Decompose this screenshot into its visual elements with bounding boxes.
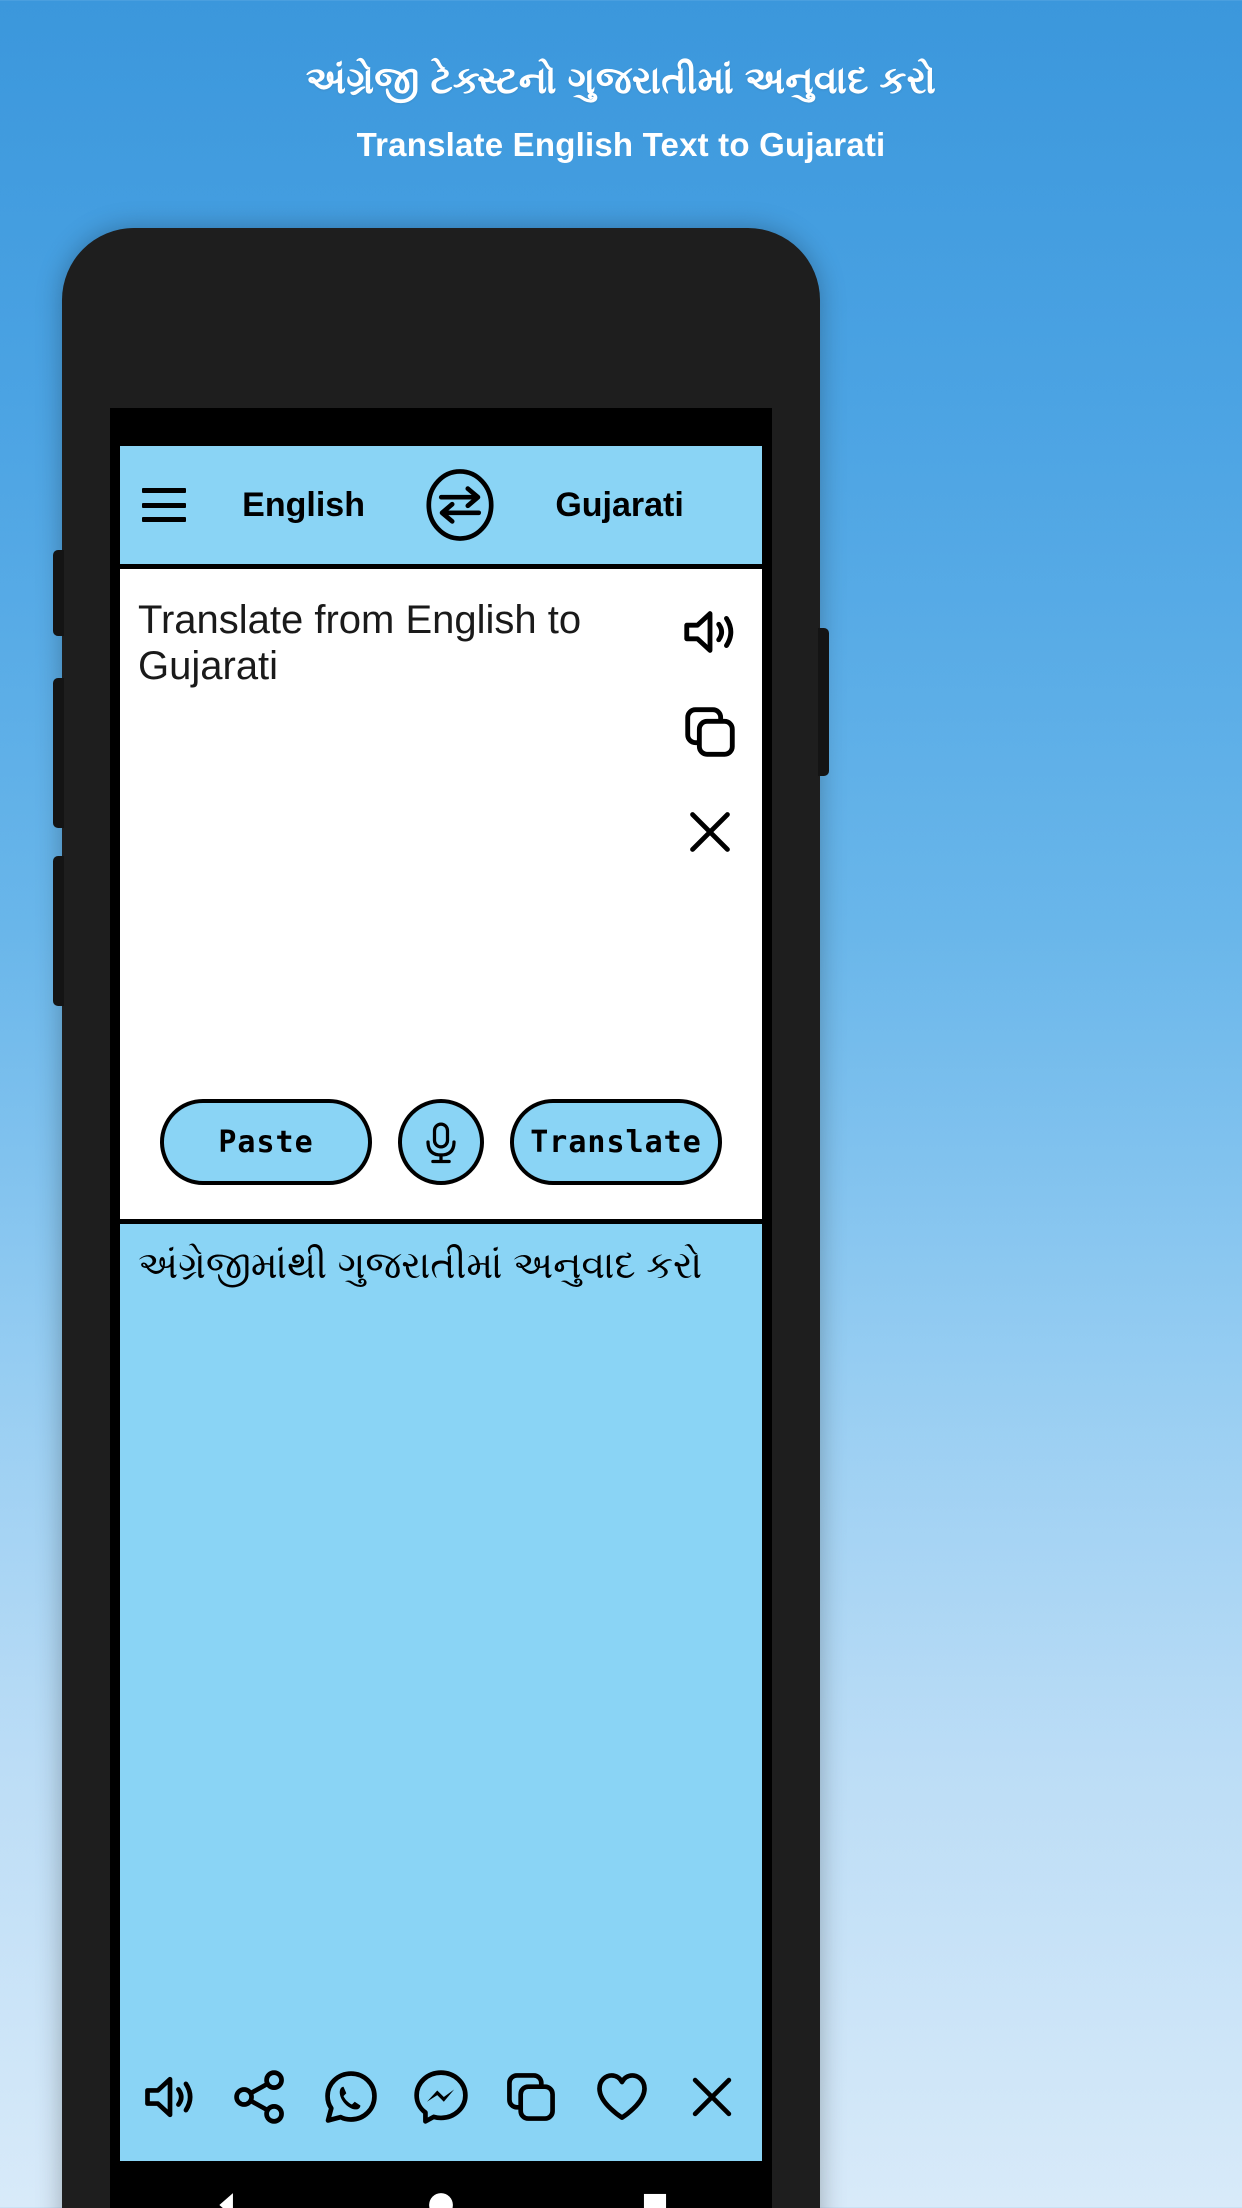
translate-button[interactable]: Translate xyxy=(510,1099,722,1185)
swap-languages-icon[interactable] xyxy=(421,466,499,544)
source-body: Translate from English to Gujarati xyxy=(120,569,762,1099)
phone-mockup: English Gujarati Translate from English … xyxy=(53,228,829,2208)
hamburger-menu-icon[interactable] xyxy=(142,488,186,522)
android-navigation-bar xyxy=(120,2161,762,2208)
app-screen: English Gujarati Translate from English … xyxy=(120,446,762,2161)
copy-icon[interactable] xyxy=(501,2067,561,2127)
source-language-label[interactable]: English xyxy=(186,486,421,525)
copy-icon[interactable] xyxy=(679,701,741,763)
promo-title-gujarati: અંગ્રેજી ટેક્સ્ટનો ગુજરાતીમાં અનુવાદ કરો xyxy=(305,60,937,102)
close-icon[interactable] xyxy=(679,801,741,863)
phone-side-button-right xyxy=(818,628,829,776)
promo-header: અંગ્રેજી ટેક્સ્ટનો ગુજરાતીમાં અનુવાદ કરો… xyxy=(0,0,1242,164)
paste-button[interactable]: Paste xyxy=(160,1099,372,1185)
heart-icon[interactable] xyxy=(592,2067,652,2127)
source-icon-column xyxy=(658,585,762,1099)
target-language-label[interactable]: Gujarati xyxy=(499,486,740,525)
share-icon[interactable] xyxy=(230,2067,290,2127)
phone-side-button-2 xyxy=(53,678,64,828)
speaker-icon[interactable] xyxy=(140,2067,200,2127)
source-action-row: Paste Translate xyxy=(120,1099,762,1219)
android-recents-icon[interactable] xyxy=(638,2188,672,2208)
result-text-card: અંગ્રેજીમાંથી ગુજરાતીમાં અનુવાદ કરો xyxy=(120,1224,762,2161)
phone-side-button-1 xyxy=(53,550,64,636)
close-icon[interactable] xyxy=(682,2067,742,2127)
result-text-output[interactable]: અંગ્રેજીમાંથી ગુજરાતીમાં અનુવાદ કરો xyxy=(120,1224,762,2067)
android-back-icon[interactable] xyxy=(210,2188,244,2208)
promo-subtitle-english: Translate English Text to Gujarati xyxy=(356,125,886,163)
phone-screen-frame: English Gujarati Translate from English … xyxy=(110,408,772,2208)
app-toolbar: English Gujarati xyxy=(120,446,762,564)
messenger-icon[interactable] xyxy=(411,2067,471,2127)
source-text-card: Translate from English to Gujarati Paste… xyxy=(120,564,762,1224)
microphone-icon[interactable] xyxy=(398,1099,484,1185)
whatsapp-icon[interactable] xyxy=(321,2067,381,2127)
phone-side-button-3 xyxy=(53,856,64,1006)
android-home-icon[interactable] xyxy=(424,2188,458,2208)
speaker-icon[interactable] xyxy=(679,601,741,663)
source-text-input[interactable]: Translate from English to Gujarati xyxy=(120,585,658,1099)
result-action-row xyxy=(120,2067,762,2161)
